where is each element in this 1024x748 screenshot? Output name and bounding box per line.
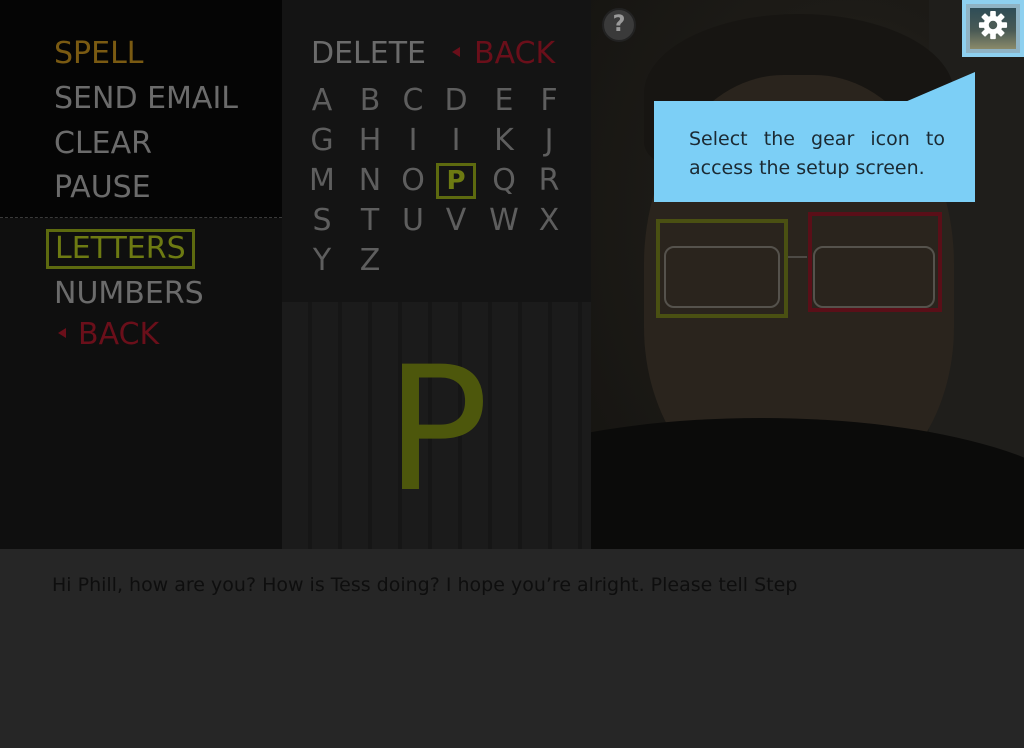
menu-back-label: BACK bbox=[78, 317, 160, 352]
settings-button[interactable] bbox=[962, 0, 1024, 57]
key-z[interactable]: Z bbox=[350, 243, 390, 279]
main-stage: SPELL SEND EMAIL CLEAR PAUSE LETTERS NUM… bbox=[0, 0, 1024, 549]
key-v[interactable]: V bbox=[436, 203, 476, 239]
current-letter-preview: P bbox=[385, 329, 489, 530]
key-d[interactable]: D bbox=[436, 83, 476, 119]
key-w[interactable]: W bbox=[484, 203, 524, 239]
back-arrow-icon bbox=[58, 327, 66, 338]
key-y[interactable]: Y bbox=[302, 243, 342, 279]
key-g[interactable]: G bbox=[302, 123, 342, 159]
key-m[interactable]: M bbox=[302, 163, 342, 199]
key-h[interactable]: H bbox=[350, 123, 390, 159]
command-menu: SPELL SEND EMAIL CLEAR PAUSE LETTERS NUM… bbox=[0, 0, 282, 549]
glasses-bridge bbox=[785, 256, 807, 258]
key-i[interactable]: I bbox=[393, 123, 433, 159]
message-panel: Hi Phill, how are you? How is Tess doing… bbox=[0, 549, 1024, 748]
menu-item-clear[interactable]: CLEAR bbox=[54, 126, 152, 162]
key-t[interactable]: T bbox=[350, 203, 390, 239]
key-x[interactable]: X bbox=[529, 203, 569, 239]
tooltip-pointer bbox=[905, 72, 975, 102]
setup-tooltip: Select the gear icon to access the setup… bbox=[654, 101, 975, 202]
key-u[interactable]: U bbox=[393, 203, 433, 239]
left-eye-tracking-box bbox=[656, 219, 788, 318]
menu-item-spell[interactable]: SPELL bbox=[54, 36, 144, 72]
keyboard-back-label: BACK bbox=[474, 36, 556, 71]
menu-item-send-email[interactable]: SEND EMAIL bbox=[54, 81, 238, 117]
user-shirt bbox=[591, 418, 1024, 549]
menu-item-back[interactable]: BACK bbox=[58, 317, 159, 353]
composed-message-text: Hi Phill, how are you? How is Tess doing… bbox=[52, 574, 798, 596]
key-r[interactable]: R bbox=[529, 163, 569, 199]
key-j[interactable]: J bbox=[529, 123, 569, 159]
key-p-selected[interactable]: P bbox=[436, 163, 476, 199]
back-arrow-icon bbox=[452, 46, 460, 57]
keyboard-back-button[interactable]: BACK bbox=[452, 36, 555, 72]
key-e[interactable]: E bbox=[484, 83, 524, 119]
letter-keyboard: DELETE BACK A B C D E F G H I I K J M N … bbox=[282, 0, 591, 549]
key-c[interactable]: C bbox=[393, 83, 433, 119]
help-button[interactable]: ? bbox=[602, 8, 636, 42]
delete-button[interactable]: DELETE bbox=[311, 36, 426, 72]
menu-item-letters[interactable]: LETTERS bbox=[46, 229, 195, 269]
key-o[interactable]: O bbox=[393, 163, 433, 199]
right-eye-tracking-box bbox=[808, 212, 942, 312]
gear-icon bbox=[978, 10, 1008, 40]
key-n[interactable]: N bbox=[350, 163, 390, 199]
key-f[interactable]: F bbox=[529, 83, 569, 119]
key-i-2[interactable]: I bbox=[436, 123, 476, 159]
key-q[interactable]: Q bbox=[484, 163, 524, 199]
menu-item-numbers[interactable]: NUMBERS bbox=[54, 276, 204, 312]
key-a[interactable]: A bbox=[302, 83, 342, 119]
key-s[interactable]: S bbox=[302, 203, 342, 239]
menu-item-pause[interactable]: PAUSE bbox=[54, 170, 151, 206]
key-k[interactable]: K bbox=[484, 123, 524, 159]
key-b[interactable]: B bbox=[350, 83, 390, 119]
